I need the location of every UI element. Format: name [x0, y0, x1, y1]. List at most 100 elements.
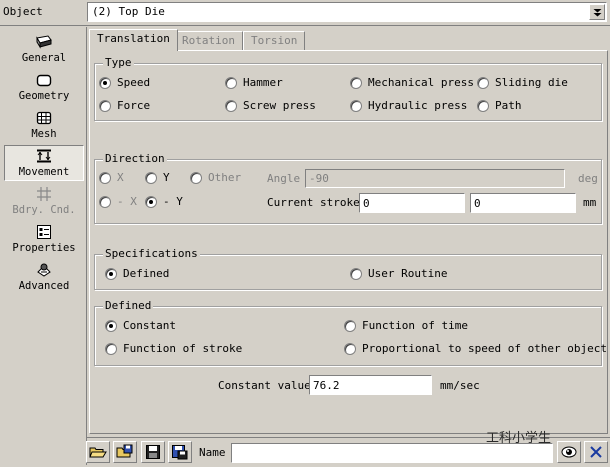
constant-value-label: Constant value: [218, 379, 311, 392]
properties-icon: [37, 225, 51, 239]
close-button[interactable]: [584, 441, 608, 463]
sidebar-item-properties[interactable]: Properties: [5, 224, 83, 254]
radio-label: Path: [495, 99, 522, 112]
radio-path[interactable]: Path: [477, 99, 522, 113]
constant-value-unit: mm/sec: [440, 379, 480, 392]
save-button[interactable]: [141, 441, 165, 463]
radio-button[interactable]: [99, 100, 111, 112]
chevron-down-icon[interactable]: [589, 4, 605, 20]
radio-label: Defined: [123, 267, 170, 280]
angle-field[interactable]: -90: [305, 169, 565, 188]
sidebar-item-movement[interactable]: Movement: [5, 148, 83, 178]
sidebar-item-mesh[interactable]: Mesh: [5, 110, 83, 140]
radio-label: Constant: [123, 319, 176, 332]
advanced-icon: [37, 263, 51, 277]
eye-view-icon: [561, 446, 577, 458]
current-stroke-label: Current stroke: [267, 196, 360, 209]
radio-direction-x[interactable]: X: [99, 171, 124, 185]
radio-button[interactable]: [225, 77, 237, 89]
stroke-unit: mm: [583, 196, 597, 209]
specifications-group: Specifications Defined User Routine: [94, 247, 602, 290]
radio-button[interactable]: [350, 100, 362, 112]
radio-button[interactable]: [105, 343, 117, 355]
radio-button[interactable]: [190, 172, 202, 184]
sidebar-item-label: Properties: [12, 242, 76, 254]
constant-value-input[interactable]: [309, 375, 432, 395]
radio-hydraulic-press[interactable]: Hydraulic press: [350, 99, 467, 113]
save-as-button[interactable]: [168, 441, 192, 463]
radio-button[interactable]: [350, 268, 362, 280]
radio-label: User Routine: [368, 267, 448, 280]
tab-translation[interactable]: Translation: [89, 29, 178, 51]
radio-proportional-to-speed[interactable]: Proportional to speed of other object: [344, 342, 607, 356]
radio-function-of-time[interactable]: Function of time: [344, 319, 468, 333]
tab-label: Torsion: [251, 34, 298, 47]
radio-force[interactable]: Force: [99, 99, 150, 113]
radio-button[interactable]: [344, 320, 356, 332]
radio-label: Proportional to speed of other object: [362, 342, 608, 355]
radio-mechanical-press[interactable]: Mechanical press: [350, 76, 474, 90]
radio-button[interactable]: [477, 77, 489, 89]
radio-button[interactable]: [99, 196, 111, 208]
radio-label: Other: [208, 171, 242, 184]
general-icon: [36, 35, 52, 49]
radio-constant[interactable]: Constant: [105, 319, 176, 333]
radio-direction-other[interactable]: Other: [190, 171, 241, 185]
radio-function-of-stroke[interactable]: Function of stroke: [105, 342, 242, 356]
radio-speed[interactable]: Speed: [99, 76, 150, 90]
radio-button[interactable]: [99, 77, 111, 89]
sidebar-item-label: Bdry. Cnd.: [12, 204, 76, 216]
radio-defined[interactable]: Defined: [105, 267, 169, 281]
view-button[interactable]: [557, 441, 581, 463]
sidebar-item-general[interactable]: General: [5, 34, 83, 64]
radio-button[interactable]: [105, 320, 117, 332]
radio-button[interactable]: [145, 196, 157, 208]
radio-sliding-die[interactable]: Sliding die: [477, 76, 568, 90]
direction-group-title: Direction: [103, 152, 167, 166]
radio-label: - X: [117, 195, 137, 208]
tab-torsion[interactable]: Torsion: [243, 31, 306, 50]
sidebar-item-bdry-cnd[interactable]: Bdry. Cnd.: [5, 186, 83, 216]
sidebar-item-label: Mesh: [31, 128, 57, 140]
open-folder-button[interactable]: [86, 441, 110, 463]
watermark-text: 工科小学生: [486, 431, 552, 446]
radio-button[interactable]: [344, 343, 356, 355]
radio-label: Hammer: [243, 76, 283, 89]
sidebar-item-advanced[interactable]: Advanced: [5, 262, 83, 292]
radio-button[interactable]: [145, 172, 157, 184]
sidebar-item-geometry[interactable]: Geometry: [5, 72, 83, 102]
tab-rotation[interactable]: Rotation: [174, 31, 243, 50]
radio-button[interactable]: [105, 268, 117, 280]
object-select-value: (2) Top Die: [92, 5, 165, 18]
current-stroke-x-input[interactable]: [359, 193, 465, 213]
angle-unit: deg: [578, 172, 598, 185]
sidebar-item-label: General: [21, 52, 67, 64]
tab-label: Translation: [97, 32, 170, 45]
object-select[interactable]: (2) Top Die: [87, 2, 607, 22]
radio-screw-press[interactable]: Screw press: [225, 99, 316, 113]
radio-button[interactable]: [99, 172, 111, 184]
radio-hammer[interactable]: Hammer: [225, 76, 283, 90]
current-stroke-y-input[interactable]: [470, 193, 576, 213]
radio-button[interactable]: [477, 100, 489, 112]
radio-button[interactable]: [350, 77, 362, 89]
save-folder-icon: [116, 444, 133, 458]
sidebar: General Geometry Mesh Movement Bdry. Cnd…: [0, 27, 87, 465]
sidebar-item-label: Movement: [18, 166, 70, 178]
radio-direction-minus-x[interactable]: - X: [99, 195, 137, 209]
radio-button[interactable]: [225, 100, 237, 112]
name-label: Name: [199, 446, 226, 459]
angle-value: -90: [309, 172, 329, 185]
save-folder-button[interactable]: [113, 441, 137, 463]
radio-label: Speed: [117, 76, 151, 89]
boundary-condition-icon: [37, 187, 51, 201]
radio-label: Screw press: [243, 99, 316, 112]
direction-group: Direction X Y Other - X - Y Angle -90 de…: [94, 152, 602, 224]
radio-label: - Y: [163, 195, 183, 208]
radio-user-routine[interactable]: User Routine: [350, 267, 447, 281]
sidebar-item-label: Advanced: [18, 280, 70, 292]
radio-direction-y[interactable]: Y: [145, 171, 170, 185]
radio-direction-minus-y[interactable]: - Y: [145, 195, 183, 209]
radio-label: Function of stroke: [123, 342, 243, 355]
radio-label: Y: [163, 171, 170, 184]
